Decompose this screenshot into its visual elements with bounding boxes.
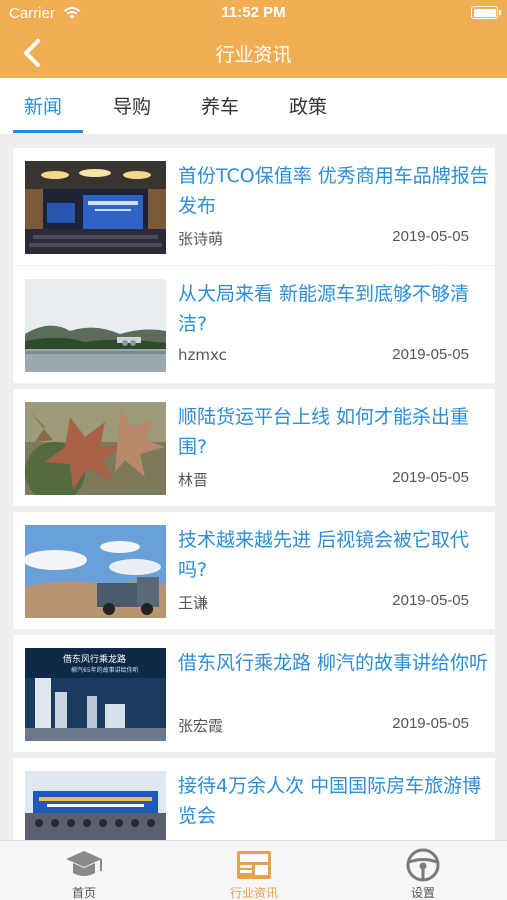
tab-buying-guide[interactable]: 导购: [113, 92, 151, 119]
article-card[interactable]: 借东风行乘龙路 柳汽65年的故事讲给你听 借东风行乘龙路 柳汽的故事讲给你听 张…: [13, 635, 495, 752]
article-date: 2019-05-05: [392, 228, 469, 245]
category-tabs: 新闻 导购 养车 政策: [0, 78, 507, 134]
article-author: 张诗萌: [178, 230, 224, 248]
article-title: 顺陆货运平台上线 如何才能杀出重围?: [178, 406, 470, 458]
battery-icon: [471, 6, 501, 19]
article-date: 2019-05-05: [392, 592, 469, 609]
article-title: 首份TCO保值率 优秀商用车品牌报告发布: [178, 165, 489, 217]
lake-landscape-photo: [25, 279, 166, 372]
steering-wheel-icon: [406, 848, 440, 882]
city-poster-photo: 借东风行乘龙路 柳汽65年的故事讲给你听: [25, 648, 166, 741]
thumb-heading: 借东风行乘龙路: [63, 653, 126, 665]
article-author: 林晋: [178, 471, 209, 489]
article-title: 从大局来看 新能源车到底够不够清洁?: [178, 283, 470, 335]
article-card[interactable]: 首份TCO保值率 优秀商用车品牌报告发布 张诗萌 2019-05-05: [13, 148, 495, 265]
expo-crowd-photo: [25, 771, 166, 840]
tab-home-label: 首页: [71, 886, 96, 900]
newspaper-icon: [237, 851, 271, 879]
article-title: 技术越来越先进 后视镜会被它取代吗?: [178, 529, 470, 581]
article-author: 张宏霞: [178, 717, 224, 735]
thumb-subheading: 柳汽65年的故事讲给你听: [71, 666, 139, 674]
article-card[interactable]: 顺陆货运平台上线 如何才能杀出重围? 林晋 2019-05-05: [13, 389, 495, 506]
article-list[interactable]: 首份TCO保值率 优秀商用车品牌报告发布 张诗萌 2019-05-05 从大局来…: [0, 134, 507, 840]
tab-policy[interactable]: 政策: [289, 92, 327, 119]
conference-hall-photo: [25, 161, 166, 254]
page-title: 行业资讯: [215, 44, 292, 66]
rally-truck-photo: [25, 525, 166, 618]
article-date: 2019-05-05: [392, 715, 469, 732]
bottom-tab-bar: 首页 行业资讯 设置: [0, 840, 507, 900]
tab-settings[interactable]: 设置: [363, 841, 483, 900]
article-card[interactable]: 从大局来看 新能源车到底够不够清洁? hzmxc 2019-05-05: [13, 266, 495, 383]
article-card[interactable]: 接待4万余人次 中国国际房车旅游博览会: [13, 758, 495, 840]
article-date: 2019-05-05: [392, 469, 469, 486]
tab-industry-news[interactable]: 行业资讯: [194, 841, 314, 900]
tab-car-care[interactable]: 养车: [201, 92, 239, 119]
article-author: hzmxc: [178, 346, 227, 364]
tab-news[interactable]: 新闻: [24, 92, 62, 119]
article-date: 2019-05-05: [392, 346, 469, 363]
tab-home[interactable]: 首页: [24, 841, 144, 900]
maple-leaves-photo: [25, 402, 166, 495]
graduation-cap-icon: [66, 851, 102, 876]
navigation-bar: Carrier 11:52 PM 行业资讯: [0, 0, 507, 78]
status-time: 11:52 PM: [221, 4, 286, 21]
article-card[interactable]: 技术越来越先进 后视镜会被它取代吗? 王谦 2019-05-05: [13, 512, 495, 629]
article-title: 借东风行乘龙路 柳汽的故事讲给你听: [178, 652, 489, 674]
status-bar: Carrier 11:52 PM: [0, 0, 507, 26]
tab-settings-label: 设置: [410, 886, 435, 900]
article-author: 王谦: [178, 594, 209, 612]
tab-indicator: [13, 130, 83, 133]
article-title: 接待4万余人次 中国国际房车旅游博览会: [178, 775, 482, 827]
tab-industry-news-label: 行业资讯: [229, 886, 278, 900]
